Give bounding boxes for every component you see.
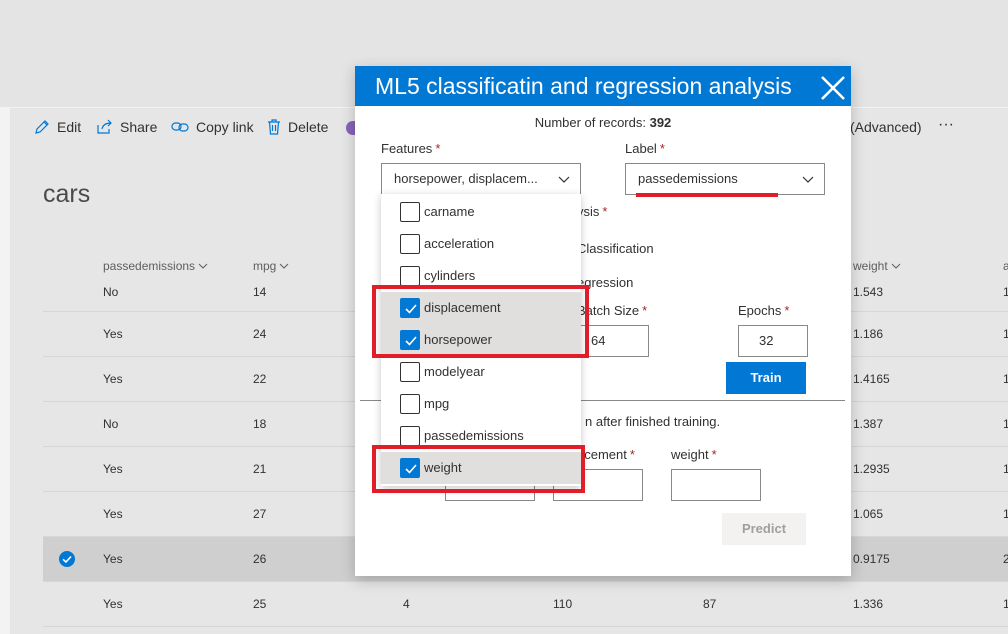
cell-weight: 0.9175: [853, 552, 890, 566]
cell-next: 1: [1003, 462, 1008, 476]
column-header-passedemissions[interactable]: passedemissions: [103, 259, 208, 273]
edit-button[interactable]: Edit: [34, 119, 81, 135]
copy-link-button[interactable]: Copy link: [171, 119, 254, 135]
cell-passedemissions: Yes: [103, 462, 123, 476]
dialog-title: ML5 classificatin and regression analysi…: [375, 73, 792, 99]
advanced-mode-button[interactable]: (Advanced): [850, 119, 922, 135]
chevron-down-icon: [279, 263, 289, 269]
cell-passedemissions: No: [103, 417, 119, 431]
features-option-mpg[interactable]: mpg: [381, 388, 581, 420]
cell-next: 1: [1003, 285, 1008, 299]
cell-weight: 1.4165: [853, 372, 890, 386]
close-button[interactable]: [817, 72, 849, 104]
epochs-input[interactable]: 32: [738, 325, 808, 357]
analysis-type-label: ysis *: [577, 204, 608, 219]
trash-icon: [268, 119, 280, 135]
classification-option[interactable]: Classification: [577, 241, 654, 256]
cell-mpg: 27: [253, 507, 267, 521]
cell-mpg: 14: [253, 285, 267, 299]
cell-passedemissions: Yes: [103, 327, 123, 341]
cell-cylinders: 4: [403, 597, 410, 611]
delete-label: Delete: [288, 119, 329, 135]
cell-weight: 1.2935: [853, 462, 890, 476]
row-selected-check-icon[interactable]: [59, 551, 75, 567]
cell-weight: 1.387: [853, 417, 884, 431]
cell-passedemissions: Yes: [103, 597, 123, 611]
table-row[interactable]: Yes 25 4 110 87 1.336 1: [43, 582, 1008, 627]
cell-passedemissions: Yes: [103, 372, 123, 386]
edit-label: Edit: [57, 119, 82, 135]
cell-weight: 1.186: [853, 327, 884, 341]
records-count-text: Number of records: 392: [534, 115, 672, 130]
cell-next: 1: [1003, 417, 1008, 431]
column-header-next[interactable]: a: [1003, 259, 1008, 273]
predict-button: Predict: [722, 513, 806, 545]
cell-weight: 1.065: [853, 507, 884, 521]
cell-mpg: 24: [253, 327, 267, 341]
annotation-highlight-displacement-horsepower: [372, 285, 589, 358]
advanced-label: (Advanced): [850, 119, 922, 135]
share-icon: [97, 119, 112, 134]
checkbox[interactable]: [400, 202, 420, 222]
pencil-icon: [35, 120, 49, 134]
features-option-modelyear[interactable]: modelyear: [381, 356, 581, 388]
cell-mpg: 26: [253, 552, 267, 566]
link-icon: [171, 122, 189, 132]
cell-mpg: 21: [253, 462, 267, 476]
share-label: Share: [120, 119, 158, 135]
copy-link-label: Copy link: [196, 119, 254, 135]
cell-passedemissions: Yes: [103, 552, 123, 566]
chevron-down-icon: [198, 263, 208, 269]
weight-predict-input[interactable]: [671, 469, 761, 501]
chevron-down-icon: [558, 176, 570, 183]
cell-next: 1: [1003, 327, 1008, 341]
epochs-label: Epochs *: [738, 303, 790, 318]
cell-mpg: 18: [253, 417, 267, 431]
features-dropdown[interactable]: horsepower, displacem...: [381, 163, 581, 195]
checkbox[interactable]: [400, 362, 420, 382]
prediction-info-text: n after finished training.: [585, 414, 721, 429]
column-header-weight[interactable]: weight: [853, 259, 901, 273]
cell-mpg: 25: [253, 597, 267, 611]
weight-input-label: weight *: [671, 447, 717, 462]
train-button[interactable]: Train: [726, 362, 806, 394]
share-button[interactable]: Share: [96, 119, 157, 135]
checkbox[interactable]: [400, 266, 420, 286]
cell-passedemissions: Yes: [103, 507, 123, 521]
close-icon: [821, 76, 845, 100]
checkbox[interactable]: [400, 394, 420, 414]
label-label: Label *: [625, 141, 665, 156]
cell-passedemissions: No: [103, 285, 119, 299]
cell-next: 1: [1003, 507, 1008, 521]
annotation-underline-label: [636, 193, 778, 197]
chevron-down-icon: [802, 176, 814, 183]
cell-weight: 1.543: [853, 285, 884, 299]
label-value: passedemissions: [638, 171, 738, 186]
list-title: cars: [43, 180, 91, 208]
chevron-down-icon: [891, 263, 901, 269]
cell-mpg: 22: [253, 372, 267, 386]
delete-button[interactable]: Delete: [267, 119, 328, 135]
displacement-input-label: acement *: [577, 447, 635, 462]
features-value: horsepower, displacem...: [394, 171, 538, 186]
records-count: 392: [649, 115, 672, 130]
annotation-highlight-weight: [372, 445, 585, 493]
cell-next: 1: [1003, 372, 1008, 386]
more-actions-button[interactable]: ···: [938, 116, 954, 134]
features-option-carname[interactable]: carname: [381, 196, 581, 228]
dialog-header: ML5 classificatin and regression analysi…: [355, 66, 851, 106]
column-header-mpg[interactable]: mpg: [253, 259, 289, 273]
features-option-acceleration[interactable]: acceleration: [381, 228, 581, 260]
more-icon: ···: [938, 116, 954, 133]
cell-displacement: 110: [553, 597, 573, 611]
cell-weight: 1.336: [853, 597, 884, 611]
cell-horsepower: 87: [703, 597, 717, 611]
label-dropdown[interactable]: passedemissions: [625, 163, 825, 195]
checkbox[interactable]: [400, 426, 420, 446]
features-label: Features *: [381, 141, 441, 156]
cell-next: 1: [1003, 597, 1008, 611]
cell-next: 2: [1003, 552, 1008, 566]
checkbox[interactable]: [400, 234, 420, 254]
